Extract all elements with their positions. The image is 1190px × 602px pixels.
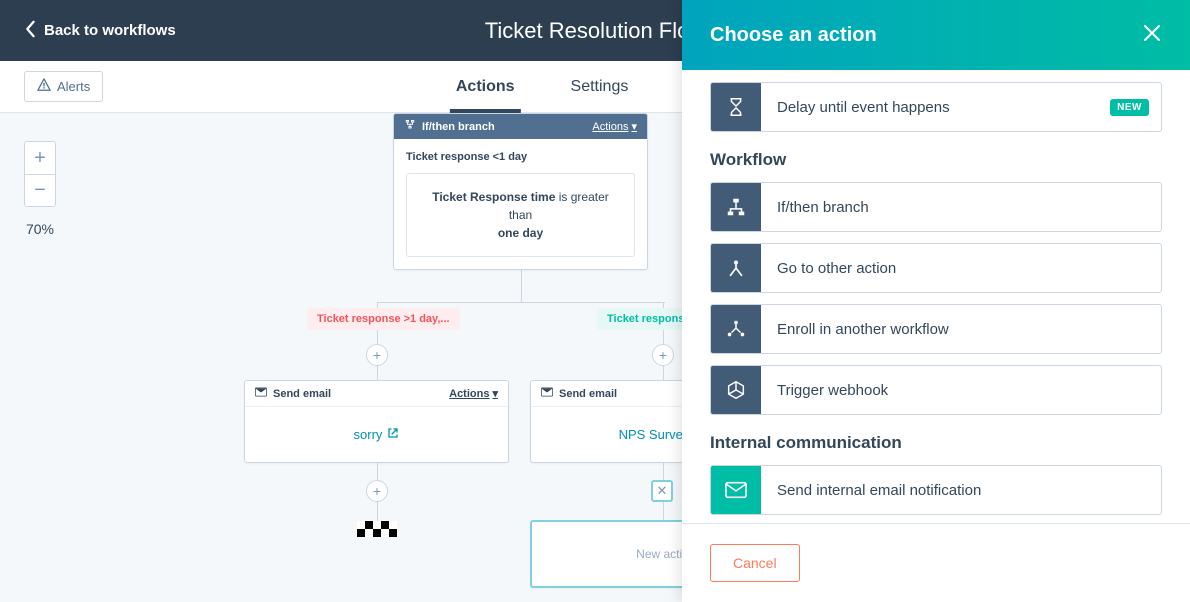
caret-down-icon: ▾ <box>631 120 637 133</box>
zoom-level-label: 70% <box>24 221 56 237</box>
mail-icon <box>541 386 553 401</box>
new-badge: NEW <box>1110 99 1149 116</box>
warning-icon <box>37 78 51 95</box>
action-label: Trigger webhook <box>761 366 1161 414</box>
node-actions-menu[interactable]: Actions ▾ <box>449 387 498 400</box>
mail-icon <box>255 386 267 401</box>
goto-icon <box>711 244 761 292</box>
action-label: If/then branch <box>761 183 1161 231</box>
caret-down-icon: ▾ <box>492 387 498 400</box>
cancel-button[interactable]: Cancel <box>710 544 800 582</box>
node-header-label: If/then branch <box>422 121 495 133</box>
node-if-then-branch[interactable]: If/then branch Actions ▾ Ticket response… <box>393 113 648 270</box>
add-action-button[interactable]: + <box>366 344 388 366</box>
alerts-button[interactable]: Alerts <box>24 71 103 102</box>
page-title: Ticket Resolution Flow <box>485 18 705 44</box>
node-header-label: Send email <box>559 388 617 400</box>
panel-body: Delay until event happens NEW Workflow I… <box>682 70 1190 523</box>
branch-label-red[interactable]: Ticket response >1 day,... <box>307 308 460 330</box>
tab-actions[interactable]: Actions <box>456 61 515 112</box>
remove-action-button[interactable]: ✕ <box>651 480 673 502</box>
action-item-if-then-branch[interactable]: If/then branch <box>710 182 1162 232</box>
action-item-trigger-webhook[interactable]: Trigger webhook <box>710 365 1162 415</box>
action-label: Enroll in another workflow <box>761 305 1161 353</box>
action-label: Delay until event happens <box>761 83 1110 131</box>
email-link-sorry[interactable]: sorry <box>354 427 400 442</box>
external-link-icon <box>387 427 399 442</box>
action-item-delay-until-event[interactable]: Delay until event happens NEW <box>710 82 1162 132</box>
node-actions-menu[interactable]: Actions ▾ <box>592 120 637 133</box>
action-group-workflow: Workflow <box>710 150 1162 170</box>
panel-header: Choose an action <box>682 0 1190 70</box>
mail-icon <box>711 466 761 514</box>
back-link-label: Back to workflows <box>44 22 176 39</box>
connector-line <box>377 302 665 303</box>
node-send-email-left[interactable]: Send email Actions ▾ sorry <box>244 380 509 463</box>
panel-title: Choose an action <box>710 24 877 47</box>
action-item-enroll-workflow[interactable]: Enroll in another workflow <box>710 304 1162 354</box>
tab-settings[interactable]: Settings <box>571 61 629 112</box>
zoom-in-button[interactable]: + <box>25 142 55 174</box>
node-subtitle: Ticket response <1 day <box>406 151 635 163</box>
panel-footer: Cancel <box>682 523 1190 602</box>
node-header-label: Send email <box>273 388 331 400</box>
chevron-left-icon <box>24 20 36 42</box>
back-to-workflows-link[interactable]: Back to workflows <box>0 20 176 42</box>
workflow-end-icon <box>357 521 397 537</box>
choose-action-panel: Choose an action Delay until event happe… <box>682 0 1190 602</box>
close-panel-button[interactable] <box>1142 23 1162 48</box>
branch-icon <box>404 119 416 134</box>
hourglass-icon <box>711 83 761 131</box>
action-item-internal-email[interactable]: Send internal email notification <box>710 465 1162 515</box>
alerts-label: Alerts <box>57 79 90 94</box>
enroll-icon <box>711 305 761 353</box>
add-action-button[interactable]: + <box>652 344 674 366</box>
action-item-go-to-other-action[interactable]: Go to other action <box>710 243 1162 293</box>
action-label: Go to other action <box>761 244 1161 292</box>
zoom-controls: + − 70% <box>24 141 56 237</box>
zoom-out-button[interactable]: − <box>25 174 55 206</box>
add-action-button[interactable]: + <box>366 480 388 502</box>
action-label: Send internal email notification <box>761 466 1161 514</box>
webhook-icon <box>711 366 761 414</box>
branch-icon <box>711 183 761 231</box>
action-group-internal: Internal communication <box>710 433 1162 453</box>
node-condition-box: Ticket Response time is greater than one… <box>406 173 635 257</box>
